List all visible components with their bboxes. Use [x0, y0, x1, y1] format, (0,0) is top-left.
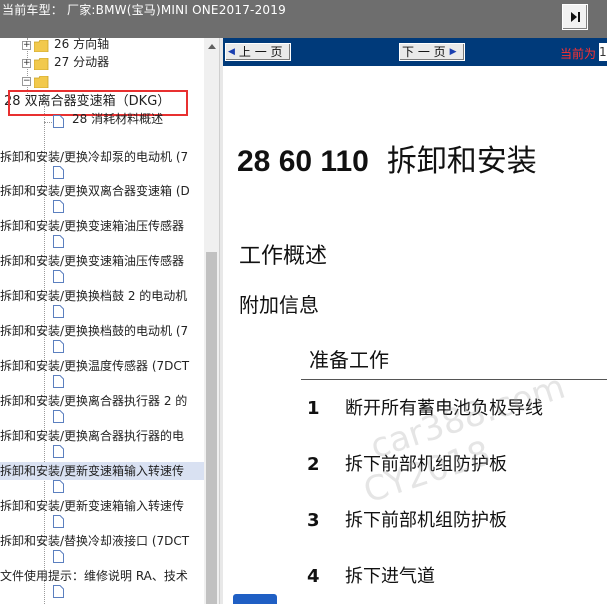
document-icon — [53, 166, 64, 179]
tree-item-doc[interactable]: 拆卸和安装/更换换档鼓的电动机 (7 — [0, 322, 188, 340]
tree-item-doc[interactable]: 拆卸和安装/更新变速箱输入转速传 — [0, 497, 184, 515]
divider — [301, 379, 607, 380]
tree-item-consumables[interactable]: 28 消耗材料概述 — [72, 110, 163, 128]
tree-item-selected[interactable]: 拆卸和安装/更新变速箱输入转速传 — [0, 462, 204, 480]
chevron-up-icon — [207, 43, 216, 49]
watermark: car388.com CY2018 — [359, 367, 583, 512]
document-icon — [53, 340, 64, 353]
extra-info-heading: 附加信息 — [239, 293, 319, 317]
step-number: 1 — [307, 398, 320, 419]
step-item: 2 拆下前部机组防护板 — [307, 450, 507, 476]
tree-item-doc[interactable]: 拆卸和安装/更换离合器执行器的电 — [0, 427, 184, 445]
step-text: 断开所有蓄电池负极导线 — [345, 398, 543, 419]
tree-item-27[interactable]: 27 分动器 — [54, 53, 109, 71]
bottom-tab[interactable] — [233, 594, 277, 604]
tree-item-doc[interactable]: 拆卸和安装/更换变速箱油压传感器 — [0, 217, 184, 235]
prev-page-button[interactable]: ◀ 上 一 页 — [225, 43, 291, 61]
document-icon — [53, 445, 64, 458]
pager-bar: ◀ 上 一 页 下 一 页 ▶ 当前为 1 — [223, 38, 607, 66]
scroll-up-arrow[interactable] — [204, 38, 219, 53]
step-number: 2 — [307, 454, 320, 475]
step-item: 3 拆下前部机组防护板 — [307, 506, 507, 532]
page-title: 28 60 110 拆卸和安装 — [237, 136, 537, 180]
document-icon — [53, 115, 64, 128]
folder-icon — [34, 58, 49, 70]
tree-guide — [44, 106, 45, 604]
document-icon — [53, 235, 64, 248]
next-page-label: 下 一 页 — [402, 45, 446, 59]
document-view: 28 60 110 拆卸和安装 工作概述 附加信息 准备工作 1 断开所有蓄电池负极… — [223, 66, 607, 604]
tree-item-doc[interactable]: 文件使用提示：维修说明 RA、技术 — [0, 567, 188, 585]
triangle-left-icon: ◀ — [228, 47, 235, 57]
expand-toggle[interactable]: + — [22, 41, 31, 50]
next-page-button[interactable]: 下 一 页 ▶ — [399, 43, 465, 61]
prev-page-label: 上 一 页 — [238, 45, 283, 59]
step-text: 拆下前部机组防护板 — [345, 510, 507, 531]
step-item: 4 拆下进气道 — [307, 562, 435, 588]
arrow-right-bar-icon — [571, 12, 580, 22]
step-text: 拆下前部机组防护板 — [345, 454, 507, 475]
document-icon — [53, 200, 64, 213]
tree-item-doc[interactable]: 拆卸和安装/更换双离合器变速箱 (D — [0, 182, 190, 200]
document-icon — [53, 550, 64, 563]
app-window: 当前车型： 厂家:BMW(宝马)MINI ONE2017-2019 + 26 方… — [0, 0, 607, 604]
document-icon — [53, 410, 64, 423]
tree-item-doc[interactable]: 拆卸和安装/替换冷却液接口 (7DCT — [0, 532, 189, 550]
current-page-input[interactable]: 1 — [599, 43, 607, 61]
step-number: 4 — [307, 566, 320, 587]
tree-scrollbar[interactable] — [204, 38, 219, 604]
nav-forward-button[interactable] — [562, 4, 588, 30]
document-icon — [53, 585, 64, 598]
doc-title-text: 拆卸和安装 — [386, 145, 537, 178]
document-icon — [53, 305, 64, 318]
collapse-toggle[interactable]: − — [22, 77, 31, 86]
tree-item-doc[interactable]: 拆卸和安装/更换变速箱油压传感器 — [0, 252, 184, 270]
scrollbar-thumb[interactable] — [206, 252, 217, 604]
step-item: 1 断开所有蓄电池负极导线 — [307, 394, 543, 420]
tree-item-doc[interactable]: 拆卸和安装/更换温度传感器 (7DCT — [0, 357, 189, 375]
tree-item-doc[interactable]: 拆卸和安装/更换换档鼓 2 的电动机 — [0, 287, 187, 305]
folder-icon — [34, 40, 49, 52]
tree-item-26[interactable]: 26 方向轴 — [54, 38, 109, 53]
tree-item-doc[interactable]: 拆卸和安装/更换冷却泵的电动机 (7 — [0, 148, 188, 166]
document-icon — [53, 270, 64, 283]
overview-heading: 工作概述 — [239, 244, 328, 269]
step-text: 拆下进气道 — [345, 566, 435, 587]
vehicle-title: 当前车型： 厂家:BMW(宝马)MINI ONE2017-2019 — [2, 3, 286, 17]
document-icon — [53, 515, 64, 528]
document-icon — [53, 375, 64, 388]
tree-item-doc[interactable]: 拆卸和安装/更换离合器执行器 2 的 — [0, 392, 187, 410]
expand-toggle[interactable]: + — [22, 59, 31, 68]
triangle-right-icon: ▶ — [449, 47, 457, 57]
step-number: 3 — [307, 510, 320, 531]
current-page-label: 当前为 — [560, 47, 597, 61]
folder-open-icon — [34, 76, 49, 88]
doc-code: 28 60 110 — [237, 145, 369, 178]
prep-heading: 准备工作 — [309, 348, 389, 372]
top-bar: 当前车型： 厂家:BMW(宝马)MINI ONE2017-2019 — [0, 0, 607, 38]
document-icon — [53, 480, 64, 493]
chapter-tree: + 26 方向轴 + 27 分动器 − 28 双离合器变速箱（DKG） 28 消… — [0, 38, 204, 604]
